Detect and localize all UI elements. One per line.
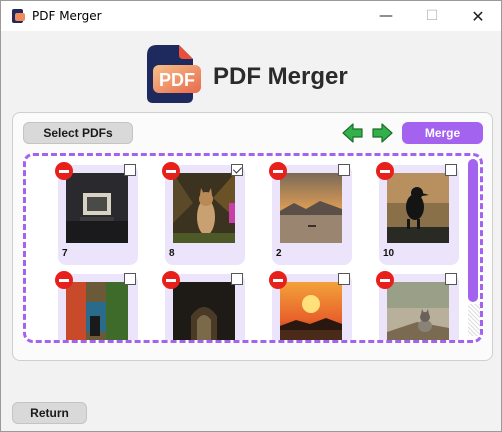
select-pdfs-button[interactable]: Select PDFs <box>23 122 133 144</box>
pdf-thumbnail <box>387 282 449 340</box>
pdf-tile[interactable]: 10 <box>376 162 459 265</box>
pdf-tile[interactable] <box>269 271 352 340</box>
select-checkbox[interactable] <box>338 164 350 176</box>
scrollbar-track[interactable] <box>468 304 480 336</box>
pdf-tile[interactable]: 2 <box>269 162 352 265</box>
pdf-tile[interactable] <box>55 271 138 340</box>
select-checkbox[interactable] <box>445 164 457 176</box>
title-bar: PDF Merger — ☐ ✕ <box>1 1 501 31</box>
move-left-arrow-icon[interactable] <box>341 121 365 145</box>
pdf-label: 2 <box>276 248 282 259</box>
merge-button[interactable]: Merge <box>402 122 483 144</box>
pdf-label: 7 <box>62 248 68 259</box>
pdf-thumbnail <box>173 282 235 340</box>
pdf-thumbnail <box>280 282 342 340</box>
pdf-merger-window: PDF Merger — ☐ ✕ PDF PDF Merger Select P… <box>0 0 502 432</box>
remove-icon[interactable] <box>269 162 287 180</box>
select-checkbox[interactable] <box>445 273 457 285</box>
app-title: PDF Merger <box>213 63 348 90</box>
close-button[interactable]: ✕ <box>455 1 501 31</box>
pdf-thumbnail <box>66 173 128 243</box>
pdf-tile[interactable] <box>162 271 245 340</box>
pdf-logo: PDF <box>147 45 201 103</box>
pdf-thumbnail <box>173 173 235 243</box>
pdf-tile[interactable]: 7 <box>55 162 138 265</box>
return-button[interactable]: Return <box>12 402 87 424</box>
remove-icon[interactable] <box>55 271 73 289</box>
minimize-button[interactable]: — <box>363 1 409 31</box>
remove-icon[interactable] <box>376 271 394 289</box>
select-checkbox[interactable] <box>231 164 243 176</box>
app-icon <box>12 9 25 23</box>
remove-icon[interactable] <box>376 162 394 180</box>
pdf-label: 10 <box>383 248 395 259</box>
pdf-thumbnail <box>387 173 449 243</box>
window-title: PDF Merger <box>32 9 102 23</box>
remove-icon[interactable] <box>269 271 287 289</box>
pdf-thumbnail <box>280 173 342 243</box>
remove-icon[interactable] <box>162 162 180 180</box>
select-checkbox[interactable] <box>124 164 136 176</box>
logo-text: PDF <box>159 70 195 90</box>
remove-icon[interactable] <box>55 162 73 180</box>
select-checkbox[interactable] <box>231 273 243 285</box>
select-checkbox[interactable] <box>124 273 136 285</box>
remove-icon[interactable] <box>162 271 180 289</box>
move-right-arrow-icon[interactable] <box>370 121 394 145</box>
maximize-button[interactable]: ☐ <box>409 1 455 31</box>
pdf-label: 8 <box>169 248 175 259</box>
pdf-grid: 7 8 2 10 <box>23 153 483 343</box>
pdf-tile[interactable] <box>376 271 459 340</box>
select-checkbox[interactable] <box>338 273 350 285</box>
pdf-tile[interactable]: 8 <box>162 162 245 265</box>
scrollbar-thumb[interactable] <box>468 159 478 302</box>
pdf-thumbnail <box>66 282 128 340</box>
